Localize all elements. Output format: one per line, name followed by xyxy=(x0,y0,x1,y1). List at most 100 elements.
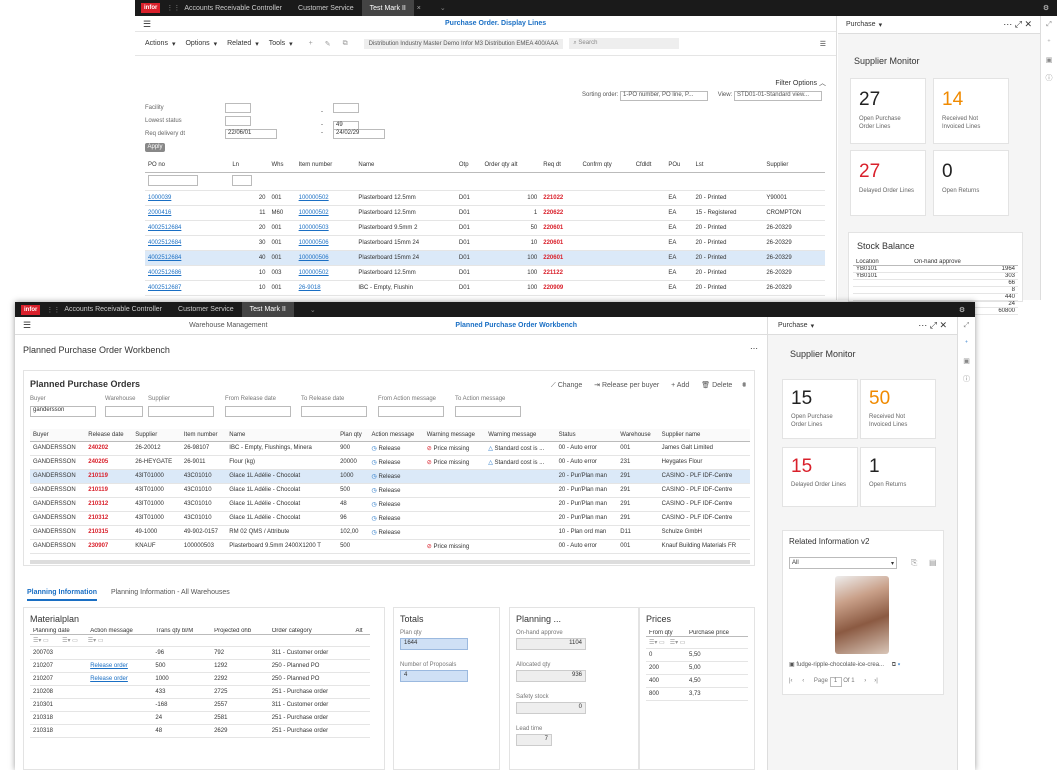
front-kpi-card[interactable]: 50 Received Not Invoiced Lines xyxy=(860,379,936,439)
front-subtab-ppow[interactable]: Planned Purchase Order Workbench xyxy=(455,322,577,329)
front-panel-header[interactable]: Purchase xyxy=(778,322,808,329)
ppo-table-row[interactable]: GANDERSSON 240202 26-20012 26-98107 IBC - Em… xyxy=(30,441,750,456)
back-table-row[interactable]: 4002512684 20 001 100000503 Plasterboard 9.5… xyxy=(145,220,825,236)
price-row[interactable]: 200 5,00 xyxy=(646,661,748,675)
first-page-icon[interactable]: |‹ xyxy=(789,678,793,684)
back-stock-row[interactable]: YB0101 303 xyxy=(853,272,1018,280)
back-col-header[interactable]: Lst xyxy=(692,158,764,173)
front-chevron-down-icon[interactable]: ⌄ xyxy=(308,306,318,314)
prev-page-icon[interactable]: ‹ xyxy=(802,678,804,684)
back-cell[interactable]: 100000502 xyxy=(295,190,356,206)
mp-row[interactable]: 210208 433 2725 251 - Purchase order xyxy=(30,685,370,699)
warehouse-input[interactable] xyxy=(105,406,143,417)
supplier-input[interactable] xyxy=(148,406,214,417)
apps-grid-icon[interactable]: ⋮⋮ xyxy=(166,4,180,12)
ppo-col-header[interactable]: Buyer xyxy=(30,429,86,442)
front-panel-close-icon[interactable]: ⋯ ⤢ ✕ xyxy=(918,320,947,331)
back-cell[interactable]: 100000502 xyxy=(295,265,356,281)
back-date-from[interactable]: 22/06/01 xyxy=(225,129,277,139)
tab-planning-info[interactable]: Planning Information xyxy=(27,589,97,601)
file-chevron-down-icon[interactable]: ▾ xyxy=(898,662,901,668)
back-panel-header[interactable]: Purchase xyxy=(846,21,876,28)
change-button[interactable]: ⟋ Change xyxy=(551,382,582,389)
back-cell[interactable]: 2000416 xyxy=(145,205,230,221)
back-kpi-card[interactable]: 14 Received Not Invoiced Lines xyxy=(933,78,1009,144)
ppo-scrollbar[interactable] xyxy=(30,560,750,564)
mp-row[interactable]: 210318 24 2581 251 - Purchase order xyxy=(30,711,370,725)
ppo-table-row[interactable]: GANDERSSON 210312 43IT01000 43C01010 Glace 1… xyxy=(30,497,750,512)
add-button[interactable]: + Add xyxy=(671,382,689,389)
front-hamburger-icon[interactable]: ☰ xyxy=(23,320,31,331)
ppo-table-row[interactable]: GANDERSSON 210119 43IT01000 43C01010 Glace 1… xyxy=(30,469,750,484)
back-col-header[interactable]: Confrm qty xyxy=(579,158,633,173)
mp-cell[interactable]: Release order xyxy=(87,672,153,686)
ppo-col-header[interactable]: Warehouse xyxy=(617,429,659,442)
back-cell[interactable]: 4002512684 xyxy=(145,235,230,251)
back-options-menu[interactable]: Options xyxy=(185,40,209,47)
back-stock-row[interactable]: 440 xyxy=(853,293,1018,301)
file-name[interactable]: fudge-ripple-chocolate-ice-crea... xyxy=(796,662,884,668)
related-select[interactable]: All ▾ xyxy=(789,557,897,569)
back-panel-close-icon[interactable]: ⋯ ⤢ ✕ xyxy=(1003,19,1032,30)
tab-planning-info-all[interactable]: Planning Information - All Warehouses xyxy=(111,589,230,596)
ppo-col-header[interactable]: Plan qty xyxy=(337,429,369,442)
back-col-header[interactable]: PO no xyxy=(145,158,230,173)
ice-cream-image[interactable] xyxy=(835,576,889,654)
back-edit-icon[interactable]: ✎ xyxy=(325,40,331,48)
front-apps-grid-icon[interactable]: ⋮⋮ xyxy=(46,306,60,314)
back-stock-row[interactable]: 8 xyxy=(853,286,1018,294)
back-tab-test[interactable]: Test Mark II xyxy=(361,0,414,16)
delete-button[interactable]: 🗑 Delete xyxy=(701,382,732,389)
mp-row[interactable]: 210318 48 2629 251 - Purchase order xyxy=(30,724,370,738)
front-kpi-card[interactable]: 15 Open Purchase Order Lines xyxy=(782,379,858,439)
back-filter-options[interactable]: Filter Options ︿ xyxy=(775,78,826,88)
ppo-col-header[interactable]: Supplier name xyxy=(658,429,750,442)
back-col-header[interactable]: Cfdldt xyxy=(632,158,666,173)
back-cell[interactable]: 1000039 xyxy=(145,190,230,206)
back-col-header[interactable]: Whs xyxy=(268,158,296,173)
back-col-header[interactable]: POu xyxy=(665,158,693,173)
back-cell[interactable]: 4002512687 xyxy=(145,280,230,296)
front-page-more-icon[interactable]: ⋯ xyxy=(750,344,758,353)
ppo-col-header[interactable]: Status xyxy=(555,429,618,442)
back-cell[interactable]: 26-9018 xyxy=(295,280,356,296)
back-close-tab-icon[interactable]: × xyxy=(414,5,424,12)
back-table-row[interactable]: 4002512687 10 001 26-9018 IBC - Empty, Flush… xyxy=(145,280,825,296)
back-cell[interactable]: 4002512686 xyxy=(145,265,230,281)
ppo-col-header[interactable]: Warning message xyxy=(485,429,556,442)
back-stock-row[interactable]: 66 xyxy=(853,279,1018,287)
back-col-header[interactable]: Otp xyxy=(455,158,482,173)
back-cell[interactable]: 100000502 xyxy=(295,205,356,221)
back-table-row[interactable]: 2000416 11 M60 100000502 Plasterboard 12.5mm… xyxy=(145,205,825,221)
back-hamburger-icon[interactable]: ☰ xyxy=(143,19,151,30)
back-col-header[interactable]: Name xyxy=(355,158,456,173)
ppo-col-header[interactable]: Action message xyxy=(368,429,424,442)
page-input[interactable]: 1 xyxy=(829,677,842,687)
front-tab-test[interactable]: Test Mark II xyxy=(241,302,294,317)
back-add-icon[interactable]: + xyxy=(309,40,313,47)
ppo-col-header[interactable]: Warning message xyxy=(423,429,486,442)
back-table-row[interactable]: 4002512686 10 003 100000502 Plasterboard 12.… xyxy=(145,265,825,281)
release-per-buyer-button[interactable]: ⇥ Release per buyer xyxy=(594,382,659,389)
back-facility-input[interactable] xyxy=(225,103,251,113)
back-table-row[interactable]: 1000039 20 001 100000502 Plasterboard 12.5mm… xyxy=(145,190,825,206)
back-col-header[interactable]: Ln xyxy=(229,158,269,173)
front-kpi-card[interactable]: 1 Open Returns xyxy=(860,447,936,507)
back-kpi-card[interactable]: 0 Open Returns xyxy=(933,150,1009,216)
back-kpi-card[interactable]: 27 Open Purchase Order Lines xyxy=(850,78,926,144)
filter-icon[interactable]: ⩩ xyxy=(742,382,746,389)
front-tab-cs[interactable]: Customer Service xyxy=(170,302,242,317)
back-cell[interactable]: 4002512684 xyxy=(145,220,230,236)
ppo-col-header[interactable]: Release date xyxy=(85,429,133,442)
back-cell[interactable]: 100000506 xyxy=(295,250,356,266)
back-table-row[interactable]: 4002512684 40 001 100000506 Plasterboard 15m… xyxy=(145,250,825,266)
front-gear-icon[interactable]: ⚙ xyxy=(957,306,967,314)
external-link-icon[interactable]: ⧉ xyxy=(892,662,896,668)
back-more-icon[interactable]: ☰ xyxy=(820,40,826,48)
price-row[interactable]: 0 5,50 xyxy=(646,648,748,662)
back-po-filter[interactable] xyxy=(145,172,230,191)
ppo-col-header[interactable]: Supplier xyxy=(132,429,181,442)
back-chevron-down-icon[interactable]: ⌄ xyxy=(438,4,448,12)
back-ln-filter[interactable] xyxy=(229,172,269,191)
to-action-select[interactable] xyxy=(455,406,521,417)
